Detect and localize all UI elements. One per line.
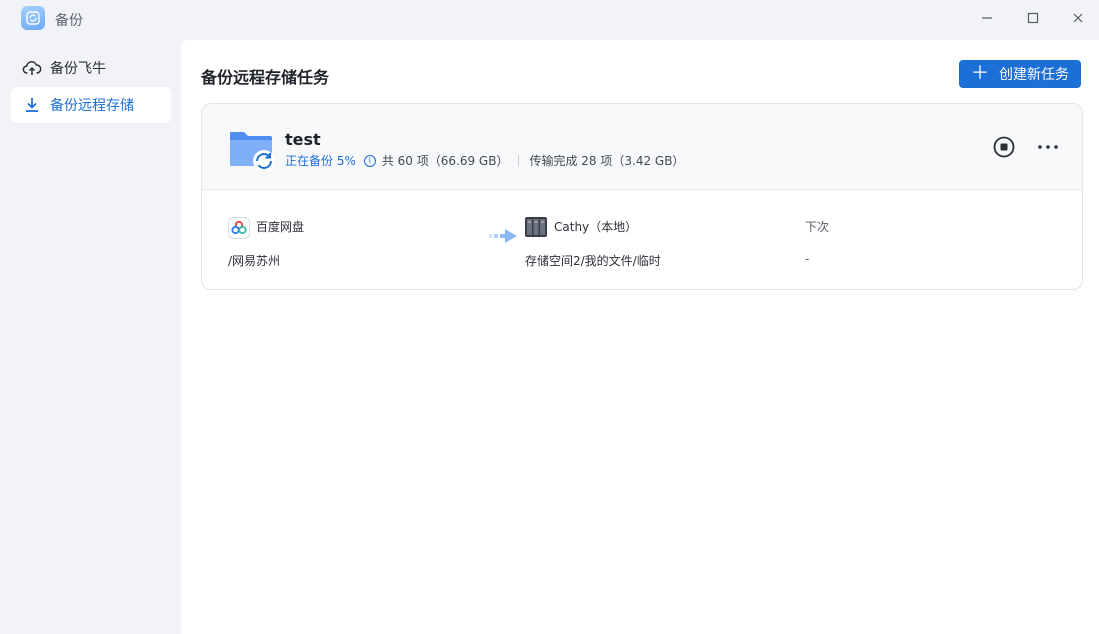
destination-name: Cathy（本地） [554,220,638,234]
sidebar-item-backup-remote[interactable]: 备份远程存储 [11,87,171,123]
info-icon[interactable]: i [363,154,376,167]
download-icon [22,95,42,115]
next-run-value: - [805,252,810,266]
app-window: 备份 备份飞牛 备份远程存储 备份远程存储任务 ＋ 创建新任务 test 正在备… [0,0,1099,634]
stop-task-button[interactable] [992,135,1016,159]
destination-path: 存储空间2/我的文件/临时 [525,254,661,268]
task-card[interactable]: test 正在备份 5% i 共 60 项（66.69 GB） 传输完成 28 … [201,103,1083,290]
main-panel: 备份远程存储任务 ＋ 创建新任务 test 正在备份 5% i 共 60 项（6… [181,40,1099,634]
close-button[interactable] [1063,6,1093,30]
source-path: /网易苏州 [228,254,281,268]
sidebar-item-label: 备份飞牛 [50,61,106,77]
maximize-button[interactable] [1018,6,1048,30]
task-route: 百度网盘 /网易苏州 Cathy（本地） 存储空间2/我的文件/临时 下次 - [202,190,1082,289]
minimize-icon [982,17,992,19]
page-title: 备份远程存储任务 [201,68,330,87]
sidebar: 备份飞牛 备份远程存储 [0,40,181,634]
window-title: 备份 [55,13,83,29]
progress-text: 正在备份 5% [285,154,356,168]
baidu-netdisk-icon [228,217,250,239]
total-text: 共 60 项（66.69 GB） [381,154,509,168]
folder-sync-icon [228,126,275,172]
next-run-label: 下次 [805,220,830,234]
task-status: 正在备份 5% i 共 60 项（66.69 GB） 传输完成 28 项（3.4… [285,152,684,169]
task-card-header: test 正在备份 5% i 共 60 项（66.69 GB） 传输完成 28 … [202,104,1082,190]
divider [518,154,520,167]
nas-device-icon [525,216,547,238]
sidebar-item-label: 备份远程存储 [50,98,134,114]
close-icon [1073,13,1083,23]
cloud-upload-icon [22,58,42,78]
sidebar-item-backup-fnos[interactable]: 备份飞牛 [11,50,171,86]
arrow-right-icon [489,228,517,243]
transferred-text: 传输完成 28 项（3.42 GB） [529,154,685,168]
minimize-button[interactable] [972,6,1002,30]
create-task-label: 创建新任务 [999,67,1069,83]
more-options-button[interactable] [1036,135,1060,159]
more-icon [1038,145,1058,149]
backup-app-icon [21,6,45,30]
task-name: test [285,130,321,149]
title-bar: 备份 [0,0,1099,38]
plus-icon: ＋ [971,63,989,84]
source-name: 百度网盘 [256,220,305,234]
stop-icon [993,136,1015,158]
maximize-icon [1027,12,1039,24]
create-task-button[interactable]: ＋ 创建新任务 [959,60,1081,88]
